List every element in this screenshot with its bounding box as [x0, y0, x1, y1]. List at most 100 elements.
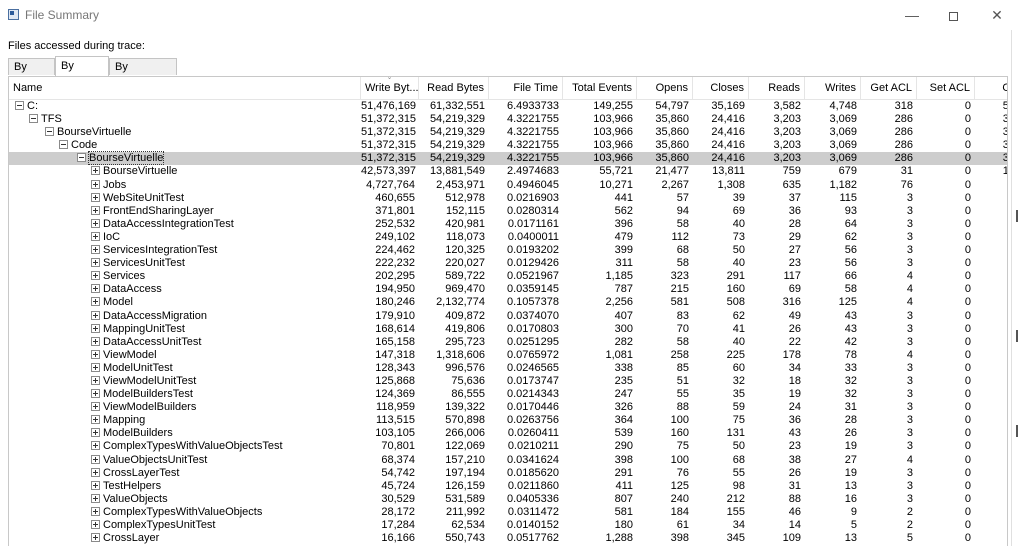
tree-row[interactable]: TFS 51,372,315 54,219,329 4.3221755 103,966 3… — [9, 113, 1007, 126]
expand-icon[interactable] — [91, 389, 100, 399]
maximize-button[interactable] — [938, 4, 968, 26]
tab-by-folder[interactable]: By Folder — [55, 56, 109, 91]
expand-icon[interactable] — [91, 506, 100, 516]
col-file-time[interactable]: File Time — [489, 77, 563, 99]
tree-row[interactable]: DataAccessIntegrationTest 252,532 420,981 0… — [9, 218, 1007, 231]
tree-row[interactable]: ModelBuildersTest 124,369 86,555 0.0214343 2… — [9, 388, 1007, 401]
tree-row[interactable]: ServicesUnitTest 222,232 220,027 0.0129426 3… — [9, 257, 1007, 270]
tree-row[interactable]: ModelBuilders 103,105 266,006 0.0260411 539 1… — [9, 427, 1007, 440]
expand-icon[interactable] — [91, 454, 100, 464]
collapse-icon[interactable] — [45, 127, 54, 137]
tree-row[interactable]: WebSiteUnitTest 460,655 512,978 0.0216903 44… — [9, 192, 1007, 205]
cell-total-events: 1,081 — [605, 348, 633, 361]
tree-row[interactable]: ComplexTypesUnitTest 17,284 62,534 0.014015… — [9, 519, 1007, 532]
expand-icon[interactable] — [91, 179, 100, 189]
tree-row[interactable]: CrossLayerTest 54,742 197,194 0.0185620 291 7… — [9, 467, 1007, 480]
expand-icon[interactable] — [91, 533, 100, 543]
expand-icon[interactable] — [91, 310, 100, 320]
tree-row[interactable]: FrontEndSharingLayer 371,801 152,115 0.0280… — [9, 205, 1007, 218]
expand-icon[interactable] — [91, 258, 100, 268]
col-name[interactable]: Name — [9, 77, 361, 99]
tree-row[interactable]: C: 51,476,169 61,332,551 6.4933733 149,255 54… — [9, 100, 1007, 113]
col-writes[interactable]: Writes — [805, 77, 861, 99]
tree-row[interactable]: CrossLayer 16,166 550,743 0.0517762 1,288 398… — [9, 532, 1007, 545]
tree-row[interactable]: DataAccessMigration 179,910 409,872 0.03740… — [9, 310, 1007, 323]
cell-read-bytes: 295,723 — [445, 335, 485, 348]
cell-get-acl: 76 — [900, 178, 913, 191]
cell-writes: 9 — [850, 505, 857, 518]
col-opens[interactable]: Opens — [637, 77, 693, 99]
expand-icon[interactable] — [91, 271, 100, 281]
cell-opens: 75 — [676, 440, 689, 453]
tree-row[interactable]: ModelUnitTest 128,343 996,576 0.0246565 338 8… — [9, 362, 1007, 375]
expand-icon[interactable] — [91, 493, 100, 503]
expand-icon[interactable] — [91, 231, 100, 241]
tree-row[interactable]: ComplexTypesWithValueObjects 28,172 211,99… — [9, 505, 1007, 519]
expand-icon[interactable] — [91, 336, 100, 346]
col-write-bytes[interactable]: ⌄ Write Byt... — [361, 77, 419, 99]
expand-icon[interactable] — [91, 166, 100, 176]
col-total-events[interactable]: Total Events — [563, 77, 637, 99]
expand-icon[interactable] — [91, 480, 100, 490]
cell-read-bytes: 75,636 — [451, 374, 485, 387]
folder-grid[interactable]: Name ⌄ Write Byt... Read Bytes File Time … — [8, 76, 1008, 546]
collapse-icon[interactable] — [59, 140, 68, 150]
col-read-bytes[interactable]: Read Bytes — [419, 77, 489, 99]
tree-row[interactable]: MappingUnitTest 168,614 419,806 0.0170803 30… — [9, 323, 1007, 336]
tree-row[interactable]: Services 202,295 589,722 0.0521967 1,185 323 2… — [9, 270, 1007, 283]
tree-row[interactable]: Jobs 4,727,764 2,453,971 0.4946045 10,271 2,2… — [9, 178, 1007, 192]
expand-icon[interactable] — [91, 415, 100, 425]
tree-row[interactable]: ViewModel 147,318 1,318,606 0.0765972 1,081 2… — [9, 348, 1007, 362]
col-set-acl[interactable]: Set ACL — [917, 77, 975, 99]
expand-icon[interactable] — [91, 284, 100, 294]
collapse-icon[interactable] — [29, 114, 38, 124]
tree-row[interactable]: DataAccessUnitTest 165,158 295,723 0.025129… — [9, 335, 1007, 349]
cell-writes: 16 — [844, 492, 857, 505]
expand-icon[interactable] — [91, 402, 100, 412]
close-button[interactable]: ✕ — [982, 4, 1012, 26]
minimize-button[interactable]: — — [897, 4, 927, 26]
collapse-icon[interactable] — [15, 101, 24, 110]
expand-icon[interactable] — [91, 323, 100, 333]
tree-row[interactable]: Model 180,246 2,132,774 0.1057378 2,256 581 50… — [9, 296, 1007, 309]
expand-icon[interactable] — [91, 297, 100, 307]
expand-icon[interactable] — [91, 441, 100, 451]
expand-icon[interactable] — [91, 520, 100, 529]
tree-row[interactable]: ViewModelBuilders 118,959 139,322 0.0170446… — [9, 401, 1007, 414]
expand-icon[interactable] — [91, 218, 100, 228]
tab-by-extension[interactable]: By Extension — [109, 58, 177, 90]
expand-icon[interactable] — [91, 362, 100, 372]
tab-by-path[interactable]: By Path — [8, 58, 55, 90]
expand-icon[interactable] — [91, 205, 100, 215]
tree-row[interactable]: ViewModelUnitTest 125,868 75,636 0.0173747 2… — [9, 374, 1007, 388]
tree-row[interactable]: ServicesIntegrationTest 224,462 120,325 0.0… — [9, 244, 1007, 257]
col-reads[interactable]: Reads — [749, 77, 805, 99]
tree-row[interactable]: BourseVirtuelle 51,372,315 54,219,329 4.322… — [9, 151, 1007, 166]
cell-other — [975, 349, 1007, 362]
tree-row[interactable]: TestHelpers 45,724 126,159 0.0211860 411 125 9… — [9, 480, 1007, 493]
col-get-acl[interactable]: Get ACL — [861, 77, 917, 99]
tree-row[interactable]: BourseVirtuelle 42,573,397 13,881,549 2.497… — [9, 165, 1007, 178]
expand-icon[interactable] — [91, 375, 100, 385]
expand-icon[interactable] — [91, 192, 100, 202]
col-other[interactable]: Ot — [975, 77, 1007, 99]
tree-row[interactable]: DataAccess 194,950 969,470 0.0359145 787 215 1… — [9, 283, 1007, 296]
tree-row[interactable]: ValueObjects 30,529 531,589 0.0405336 807 240… — [9, 492, 1007, 506]
cell-set-acl: 0 — [964, 401, 971, 414]
collapse-icon[interactable] — [77, 153, 86, 163]
cell-other — [975, 440, 1007, 453]
tree-row[interactable]: IoC 249,102 118,073 0.0400011 479 112 73 29 62 3 0 — [9, 231, 1007, 244]
tree-row[interactable]: ComplexTypesWithValueObjectsTest 70,801 12… — [9, 440, 1007, 453]
expand-icon[interactable] — [91, 349, 100, 359]
col-closes[interactable]: Closes — [693, 77, 749, 99]
tree-row[interactable]: Code 51,372,315 54,219,329 4.3221755 103,966… — [9, 139, 1007, 152]
folder-name: ComplexTypesWithValueObjectsTest — [103, 440, 283, 453]
tree-row[interactable]: ValueObjectsUnitTest 68,374 157,210 0.03416… — [9, 454, 1007, 467]
tree-row[interactable]: Mapping 113,515 570,898 0.0263756 364 100 75 36… — [9, 414, 1007, 427]
expand-icon[interactable] — [91, 428, 100, 438]
cell-write-bytes: 51,372,315 — [361, 152, 417, 165]
expand-icon[interactable] — [91, 245, 100, 255]
cell-other — [975, 257, 1007, 270]
tree-row[interactable]: BourseVirtuelle 51,372,315 54,219,329 4.322… — [9, 126, 1007, 139]
expand-icon[interactable] — [91, 467, 100, 477]
